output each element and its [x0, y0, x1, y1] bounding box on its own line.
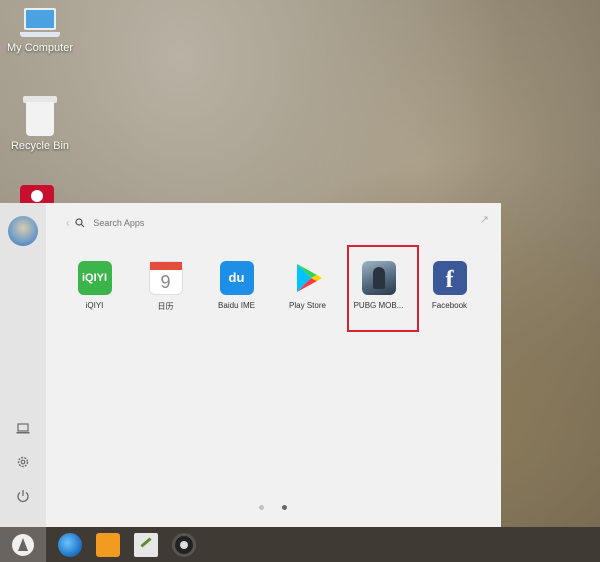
- app-baidu-ime[interactable]: du Baidu IME: [201, 261, 272, 312]
- app-label: Baidu IME: [218, 301, 255, 310]
- start-button[interactable]: [0, 527, 46, 562]
- power-icon[interactable]: [13, 488, 33, 508]
- search-bar[interactable]: ‹: [66, 217, 216, 229]
- notes-icon[interactable]: [134, 533, 158, 557]
- play-store-icon: [291, 261, 325, 295]
- desktop-icon-label: My Computer: [6, 42, 74, 54]
- desktop-icon-recycle-bin[interactable]: Recycle Bin: [0, 96, 80, 152]
- laptop-icon: [20, 8, 60, 38]
- facebook-icon: f: [432, 261, 467, 295]
- browser-icon[interactable]: [58, 533, 82, 557]
- file-manager-icon[interactable]: [96, 533, 120, 557]
- app-play-store[interactable]: Play Store: [272, 261, 343, 312]
- highlight-box: [347, 245, 419, 332]
- calendar-icon: 9: [148, 261, 183, 295]
- search-icon: [75, 218, 85, 228]
- launcher-panel: ‹ ↗ iQIYI iQIYI 9 日历 du Baidu IME: [46, 203, 501, 527]
- launcher-sidebar: [0, 203, 46, 527]
- camera-icon[interactable]: [172, 533, 196, 557]
- app-facebook[interactable]: f Facebook: [414, 261, 485, 312]
- desktop-icon-my-computer[interactable]: My Computer: [0, 8, 80, 54]
- app-label: Play Store: [289, 301, 326, 310]
- app-label: 日历: [157, 302, 174, 311]
- desktop-icon-label: Recycle Bin: [10, 140, 70, 152]
- iqiyi-icon: iQIYI: [77, 261, 112, 295]
- app-label: Facebook: [431, 301, 468, 310]
- start-logo-icon: [12, 533, 34, 556]
- app-calendar[interactable]: 9 日历: [130, 261, 201, 312]
- app-label: iQIYI: [85, 301, 104, 310]
- user-avatar[interactable]: [8, 216, 38, 246]
- app-iqiyi[interactable]: iQIYI iQIYI: [59, 261, 130, 312]
- gear-icon[interactable]: [13, 454, 33, 474]
- page-dot-active[interactable]: [282, 505, 287, 510]
- taskbar: [0, 527, 600, 562]
- baidu-ime-icon: du: [219, 261, 254, 295]
- recycle-bin-icon: [23, 96, 57, 136]
- app-grid: iQIYI iQIYI 9 日历 du Baidu IME Play Store…: [59, 261, 489, 312]
- app-launcher: ‹ ↗ iQIYI iQIYI 9 日历 du Baidu IME: [0, 203, 501, 527]
- search-input[interactable]: [91, 217, 216, 229]
- page-dot[interactable]: [259, 505, 264, 510]
- chevron-left-icon[interactable]: ‹: [66, 218, 69, 229]
- expand-icon[interactable]: ↗: [480, 213, 489, 226]
- page-indicator: [259, 505, 287, 510]
- laptop-icon[interactable]: [13, 420, 33, 440]
